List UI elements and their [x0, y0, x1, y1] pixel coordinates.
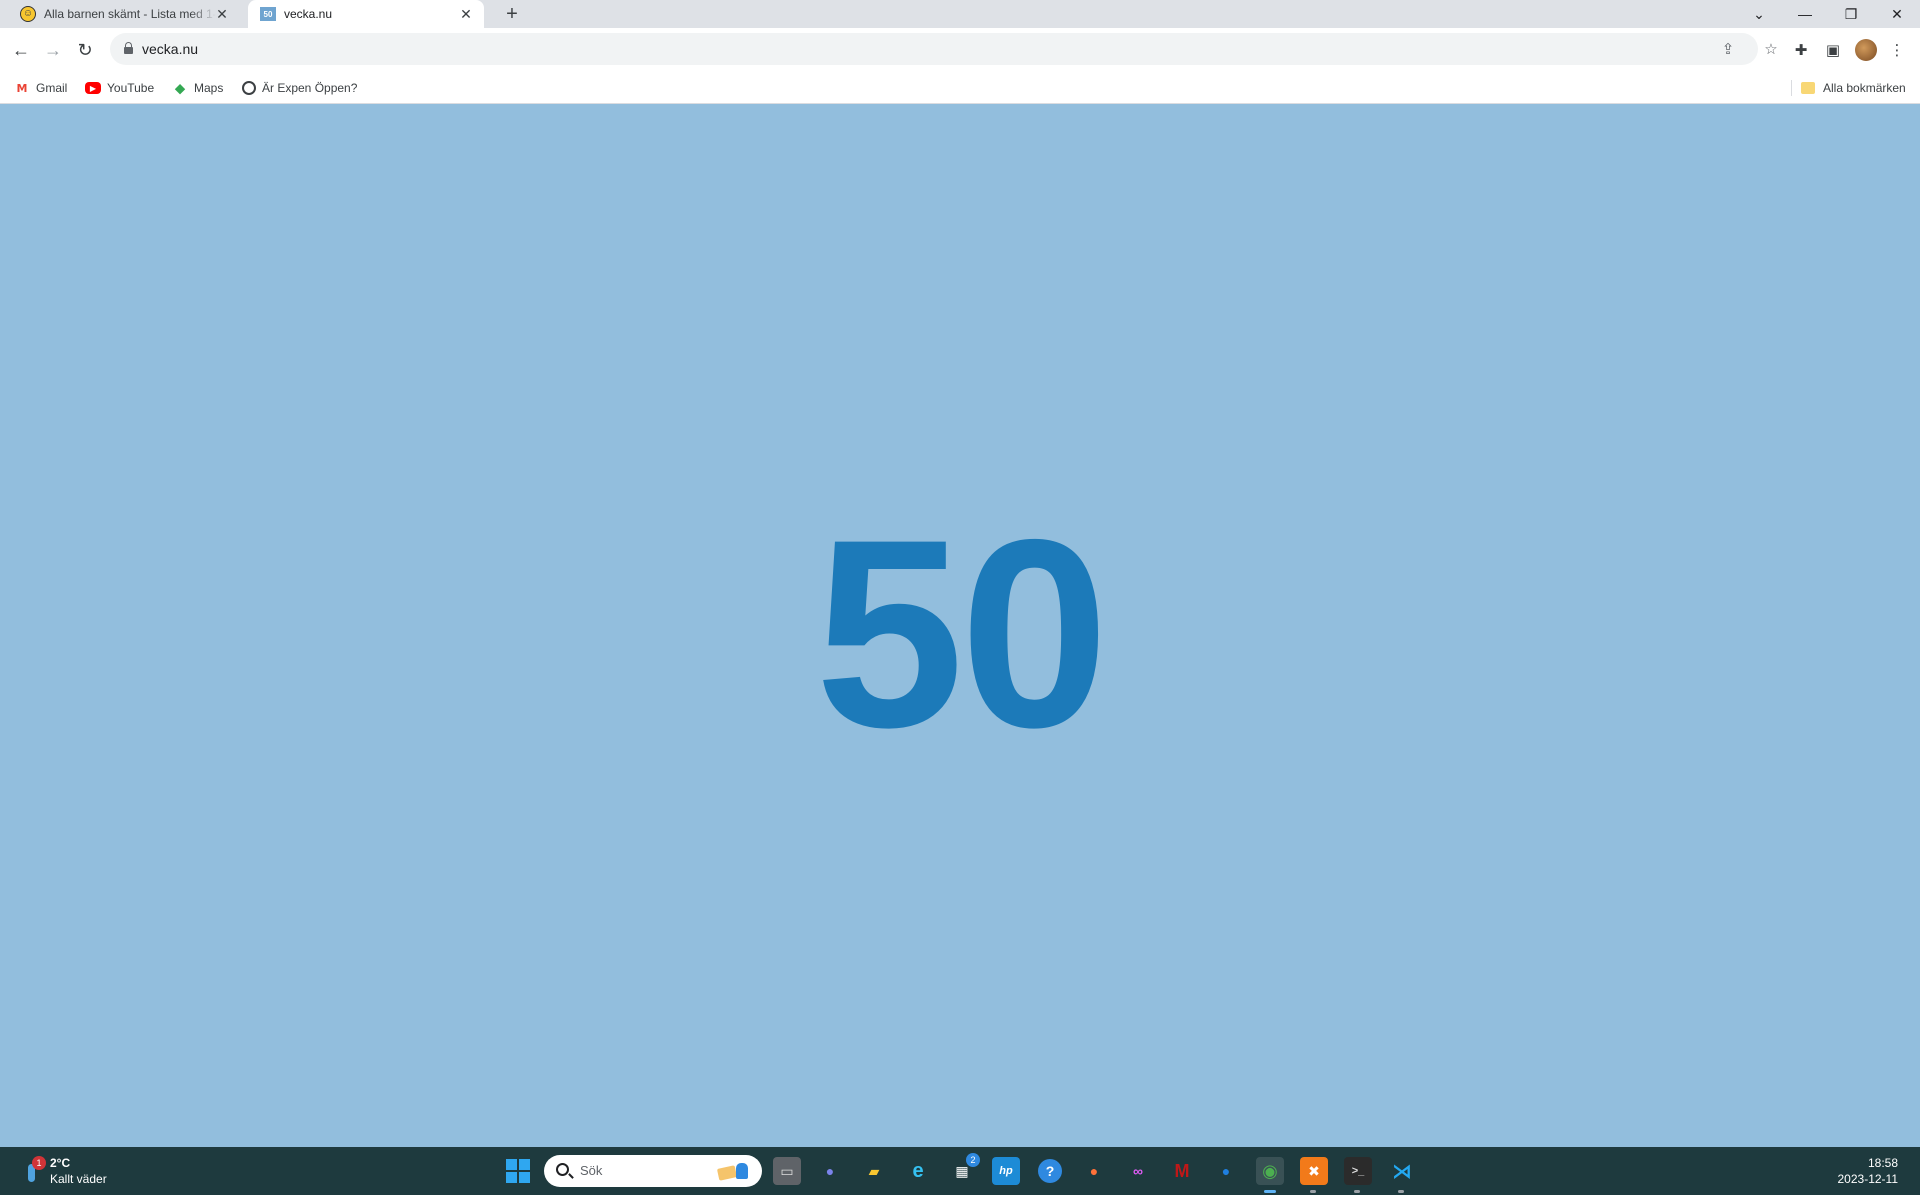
tab-alla-barnen[interactable]: ☺ Alla barnen skämt - Lista med 1- ✕ [8, 0, 240, 28]
bookmark-star-icon[interactable]: ☆ [1761, 39, 1781, 59]
url-text[interactable]: vecka.nu [142, 41, 198, 57]
xampp-running-indicator [1310, 1190, 1316, 1193]
thunderbird-icon[interactable]: ● [1212, 1157, 1240, 1185]
tab-vecka-nu[interactable]: 50 vecka.nu ✕ [248, 0, 484, 28]
tab-title: vecka.nu [284, 7, 333, 21]
new-tab-button[interactable]: + [500, 3, 524, 25]
week-number: 50 [814, 483, 1109, 783]
tab-strip: ☺ Alla barnen skämt - Lista med 1- ✕ 50 … [0, 0, 1920, 28]
folder-icon[interactable]: ▰ [860, 1157, 888, 1185]
clock-time: 18:58 [1867, 1156, 1898, 1170]
bookmark-label: Maps [194, 81, 224, 95]
terminal-icon[interactable]: >_ [1344, 1157, 1372, 1185]
maps-pin-icon: ⬥ [175, 79, 185, 96]
windows-start-icon[interactable] [506, 1159, 530, 1183]
store-badge: 2 [966, 1153, 980, 1167]
xampp-icon[interactable]: ✖ [1300, 1157, 1328, 1185]
edge-icon[interactable]: e [904, 1157, 932, 1185]
search-placeholder: Sök [580, 1163, 603, 1178]
bookmarks-bar: M Gmail ▶ YouTube ⬥ Maps Är Expen Öppen?… [0, 72, 1920, 104]
bookmark-maps[interactable]: ⬥ Maps [172, 79, 223, 97]
bookmark-gmail[interactable]: M Gmail [14, 79, 68, 97]
bookmark-label: Är Expen Öppen? [262, 81, 358, 95]
mcafee-icon[interactable]: M [1168, 1157, 1196, 1185]
file-explorer-icon[interactable]: ▭ [773, 1157, 801, 1185]
teams-icon[interactable]: ● [816, 1157, 844, 1185]
weather-condition: Kallt väder [50, 1172, 107, 1186]
bookmark-label: Gmail [36, 81, 68, 95]
search-icon [556, 1163, 569, 1176]
all-bookmarks-label: Alla bokmärken [1823, 81, 1906, 95]
bookmarks-divider [1791, 80, 1792, 96]
terminal-running-indicator [1354, 1190, 1360, 1193]
tab-search-button[interactable]: ⌄ [1736, 0, 1782, 28]
system-clock[interactable]: 18:58 2023-12-11 [1838, 1155, 1899, 1187]
lock-icon[interactable] [124, 42, 133, 54]
youtube-icon: ▶ [85, 82, 101, 94]
chrome-running-indicator [1264, 1190, 1276, 1193]
address-bar[interactable]: vecka.nu ⇪ ☆ [110, 33, 1778, 65]
firefox-icon[interactable]: ● [1080, 1157, 1108, 1185]
bookmark-expen[interactable]: Är Expen Öppen? [242, 79, 357, 97]
folder-icon [1801, 82, 1815, 94]
chrome-icon[interactable]: ◉ [1256, 1157, 1284, 1185]
close-icon[interactable]: ✕ [214, 6, 230, 22]
store-glyph: ▦ [955, 1162, 969, 1179]
page-content: 50 [0, 104, 1920, 1147]
back-button[interactable]: ← [9, 38, 33, 62]
close-icon[interactable]: ✕ [458, 6, 474, 22]
menu-icon[interactable]: ⋮ [1886, 39, 1908, 61]
minimize-button[interactable]: — [1782, 0, 1828, 28]
taskbar: 1 2°C Kallt väder Sök ▭ ● ▰ e ▦ 2 hp ? ●… [0, 1147, 1920, 1195]
search-highlight-icon [714, 1161, 754, 1181]
side-panel-icon[interactable]: ▣ [1822, 39, 1844, 61]
laughing-emoji-icon: ☺ [20, 6, 36, 22]
close-window-button[interactable]: ✕ [1874, 0, 1920, 28]
weather-badge: 1 [32, 1156, 46, 1170]
globe-icon [242, 81, 256, 95]
hp-app-icon[interactable]: hp [992, 1157, 1020, 1185]
mask-app-icon[interactable]: ∞ [1124, 1157, 1152, 1185]
help-icon[interactable]: ? [1038, 1159, 1062, 1183]
clock-date: 2023-12-11 [1837, 1172, 1899, 1186]
extensions-icon[interactable]: ✚ [1790, 39, 1812, 61]
gmail-icon: M [16, 81, 28, 95]
vecka-favicon-icon: 50 [260, 7, 276, 21]
weather-widget[interactable]: 1 2°C Kallt väder [20, 1155, 107, 1187]
reload-button[interactable]: ↻ [73, 38, 97, 62]
store-icon[interactable]: ▦ 2 [948, 1153, 980, 1185]
weather-temp: 2°C [50, 1156, 71, 1170]
forward-button[interactable]: → [41, 38, 65, 62]
tab-title: Alla barnen skämt - Lista med 1- [44, 7, 216, 21]
taskbar-search[interactable]: Sök [544, 1155, 762, 1187]
share-icon[interactable]: ⇪ [1718, 39, 1738, 59]
thermometer-icon: 1 [20, 1156, 46, 1184]
vscode-running-indicator [1398, 1190, 1404, 1193]
profile-avatar[interactable] [1855, 39, 1877, 61]
bookmark-youtube[interactable]: ▶ YouTube [85, 79, 154, 97]
bookmark-label: YouTube [107, 81, 155, 95]
browser-toolbar: ← → ↻ vecka.nu ⇪ ☆ ✚ ▣ ⋮ [0, 28, 1920, 72]
restore-button[interactable]: ❐ [1828, 0, 1874, 28]
all-bookmarks-button[interactable]: Alla bokmärken [1801, 79, 1906, 97]
vscode-icon[interactable]: ⋊ [1388, 1157, 1416, 1185]
